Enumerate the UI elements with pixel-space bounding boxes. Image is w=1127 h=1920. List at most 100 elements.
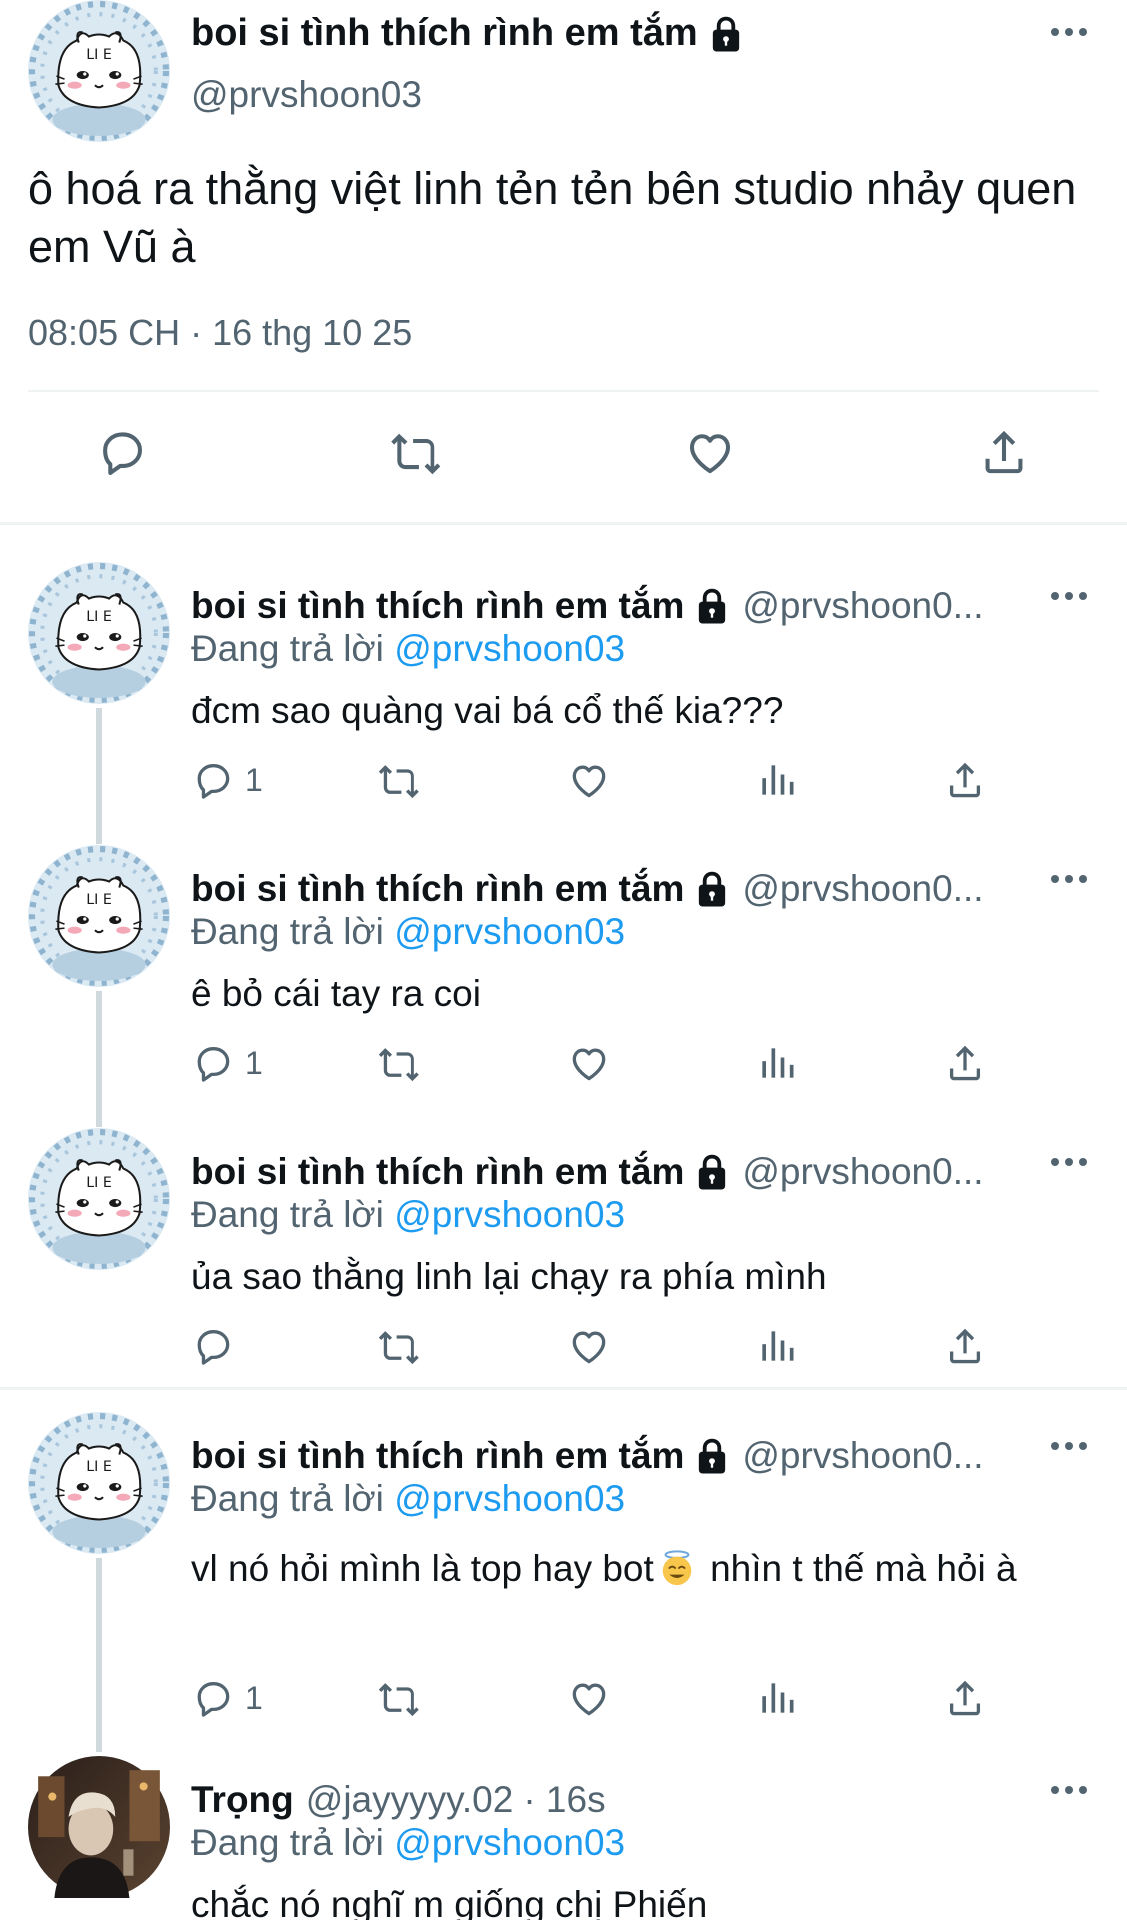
reply-tweet[interactable]: boi si tình thích rình em tắm @prvshoon0… [0,562,1127,844]
views-button[interactable] [755,752,799,808]
like-button[interactable] [567,752,611,808]
main-tweet: boi si tình thích rình em tắm @prvshoon0… [0,0,1127,522]
retweet-icon [377,1676,421,1720]
like-button[interactable] [567,1670,611,1726]
replying-to-label: Đang trả lời [191,1194,384,1235]
author-handle[interactable]: @prvshoon0... [742,868,983,910]
avatar[interactable] [28,0,170,142]
replying-to: Đang trả lời @prvshoon03 [191,911,625,953]
views-icon [755,1041,799,1085]
reply-actions: 1 [191,1670,991,1726]
share-button[interactable] [943,1318,987,1374]
author-name-text[interactable]: boi si tình thích rình em tắm [191,1151,684,1193]
more-options-icon[interactable] [1051,592,1087,600]
retweet-button[interactable] [377,1035,421,1091]
reply-tweet[interactable]: Trọng @jayyyyy.02 · 16s Đang trả lời @pr… [0,1756,1127,1920]
reply-count: 1 [245,1044,263,1081]
author-handle[interactable]: @prvshoon03 [191,74,422,116]
lock-icon [694,1153,730,1191]
views-button[interactable] [755,1035,799,1091]
share-button[interactable] [943,1670,987,1726]
author-handle[interactable]: @prvshoon0... [742,1151,983,1193]
avatar[interactable] [28,1756,170,1898]
author-name[interactable]: boi si tình thích rình em tắm [191,868,730,910]
like-icon [567,1041,611,1085]
retweet-button[interactable] [377,1318,421,1374]
author-name-text[interactable]: boi si tình thích rình em tắm [191,585,684,627]
reply-text: ủa sao thằng linh lại chạy ra phía mình [191,1256,827,1297]
like-icon [567,1676,611,1720]
mention-link[interactable]: @prvshoon03 [394,1478,625,1519]
mention-link[interactable]: @prvshoon03 [394,1822,625,1863]
reply-text: ê bỏ cái tay ra coi [191,973,481,1014]
reply-button[interactable] [90,420,154,484]
reply-icon [191,1324,235,1368]
reply-header: Trọng @jayyyyy.02 · 16s [191,1778,1027,1822]
retweet-icon [377,758,421,802]
avatar[interactable] [28,845,170,987]
views-icon [755,1324,799,1368]
reply-button[interactable]: 1 [191,1670,263,1726]
retweet-icon [377,1041,421,1085]
divider [0,522,1127,525]
replying-to-label: Đang trả lời [191,1478,384,1519]
replying-to: Đang trả lời @prvshoon03 [191,1194,625,1236]
mention-link[interactable]: @prvshoon03 [394,1194,625,1235]
author-name[interactable]: boi si tình thích rình em tắm [191,1435,730,1477]
like-button[interactable] [567,1035,611,1091]
author-handle[interactable]: @prvshoon0... [742,585,983,627]
author-name[interactable]: boi si tình thích rình em tắm [191,1151,730,1193]
retweet-button[interactable] [377,752,421,808]
reply-header: boi si tình thích rình em tắm @prvshoon0… [191,1434,1027,1478]
reply-button[interactable] [191,1318,245,1374]
views-button[interactable] [755,1318,799,1374]
avatar[interactable] [28,1412,170,1554]
retweet-button[interactable] [377,1670,421,1726]
author-name-text[interactable]: boi si tình thích rình em tắm [191,1435,684,1477]
lock-icon [694,870,730,908]
views-button[interactable] [755,1670,799,1726]
lock-icon [708,15,744,53]
reply-icon [191,758,235,802]
avatar[interactable] [28,1128,170,1270]
like-button[interactable] [678,420,742,484]
tweet-timestamp[interactable]: 08:05 CH · 16 thg 10 25 [28,312,412,354]
author-name[interactable]: boi si tình thích rình em tắm [191,12,744,55]
more-options-icon[interactable] [1051,1442,1087,1450]
avatar[interactable] [28,562,170,704]
reply-actions: 1 [191,1035,991,1091]
mention-link[interactable]: @prvshoon03 [394,628,625,669]
reply-button[interactable]: 1 [191,752,263,808]
share-button[interactable] [943,752,987,808]
author-name-text[interactable]: boi si tình thích rình em tắm [191,868,684,910]
author-name[interactable]: boi si tình thích rình em tắm [191,585,730,627]
author-name-text[interactable]: boi si tình thích rình em tắm [191,12,698,55]
more-options-icon[interactable] [1051,1786,1087,1794]
reply-time[interactable]: · 16s [523,1779,605,1821]
replying-to: Đang trả lời @prvshoon03 [191,1478,625,1520]
author-name[interactable]: Trọng [191,1779,294,1821]
reply-tweet[interactable]: boi si tình thích rình em tắm @prvshoon0… [0,845,1127,1127]
retweet-icon [377,1324,421,1368]
reply-text: chắc nó nghĩ m giống chị Phiến [191,1884,708,1920]
reply-icon [191,1041,235,1085]
more-options-icon[interactable] [1051,875,1087,883]
like-button[interactable] [567,1318,611,1374]
author-handle[interactable]: @jayyyyy.02 [306,1779,514,1821]
author-handle[interactable]: @prvshoon0... [742,1435,983,1477]
reply-button[interactable]: 1 [191,1035,263,1091]
replying-to-label: Đang trả lời [191,628,384,669]
retweet-icon [389,425,443,479]
reply-text: đcm sao quàng vai bá cổ thế kia??? [191,690,784,731]
reply-tweet[interactable]: boi si tình thích rình em tắm @prvshoon0… [0,1412,1127,1752]
more-options-icon[interactable] [1051,1158,1087,1166]
reply-actions [191,1318,991,1374]
thread-line [96,1558,102,1752]
replying-to-label: Đang trả lời [191,1822,384,1863]
share-button[interactable] [972,420,1036,484]
mention-link[interactable]: @prvshoon03 [394,911,625,952]
more-options-icon[interactable] [1051,28,1087,36]
reply-tweet[interactable]: boi si tình thích rình em tắm @prvshoon0… [0,1128,1127,1388]
retweet-button[interactable] [384,420,448,484]
share-button[interactable] [943,1035,987,1091]
